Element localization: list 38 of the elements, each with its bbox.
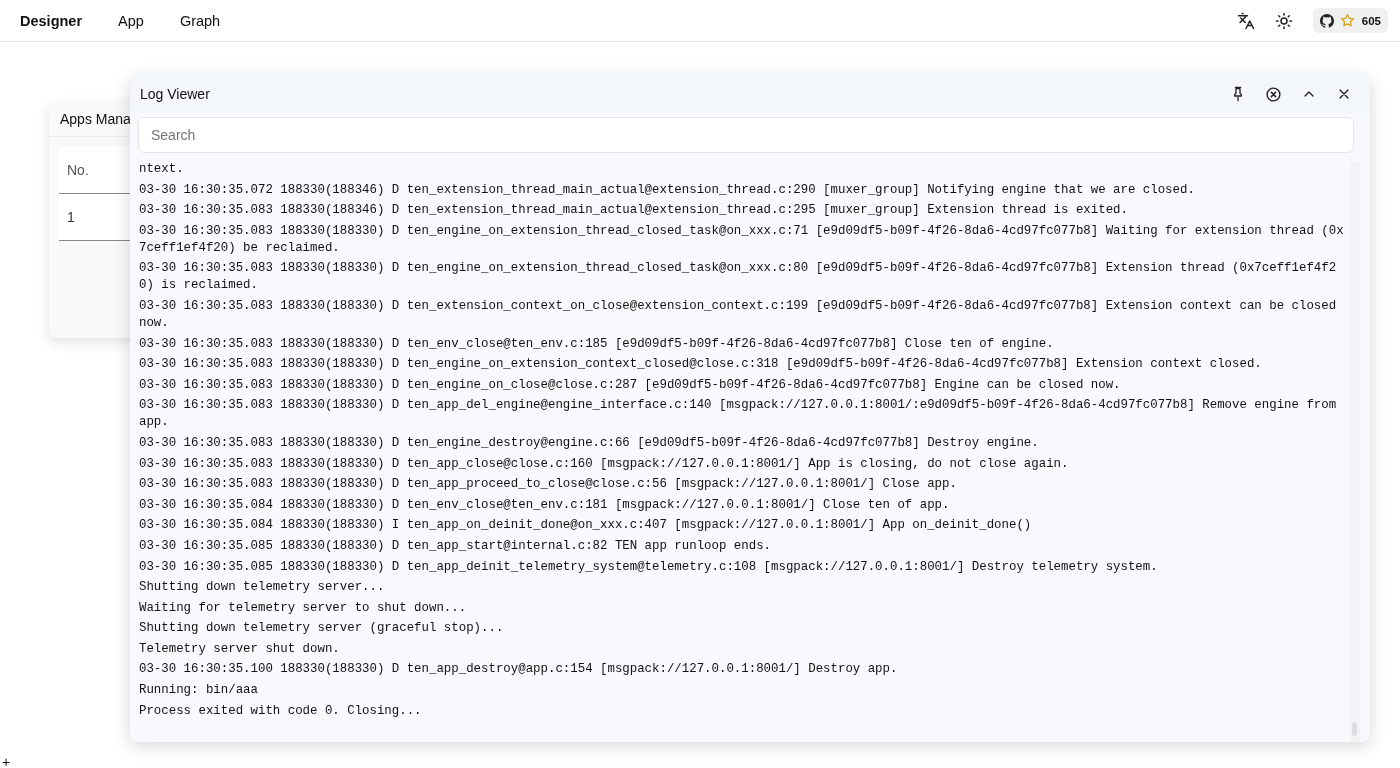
log-line: 03-30 16:30:35.083 188330(188330) D ten_engine_destroy@engine.c:66 [e9d09df5-b09f-4f26-8da6-4cd97fc077b8] Destroy engine. [139, 434, 1040, 452]
log-line: Shutting down telemetry server... [139, 579, 386, 597]
log-line: 03-30 16:30:35.083 188330(188346) D ten_extension_thread_main_actual@extension_thread.c:295 [muxer_group] Extension thread is exited. [139, 202, 1129, 220]
column-header: No. [66, 162, 90, 178]
brand-name[interactable]: Designer [20, 12, 83, 29]
log-line: 03-30 16:30:35.083 188330(188330) D ten_engine_on_extension_thread_closed_task@on_xxx.c:80 [e9d09df5-b09f-4f26-8da6-4cd97fc077b8] Extension thread (0x7ceff1ef4f20) is reclaimed. [139, 260, 1338, 295]
add-button[interactable]: + [0, 756, 13, 768]
log-line: 03-30 16:30:35.083 188330(188330) D ten_app_del_engine@engine_interface.c:140 [msgpack://127.0.0.1:8001/:e9d09df5-b09f-4f26-8da6-4cd97fc077b8] Remove engine from app. [139, 397, 1338, 432]
log-line: Process exited with code 0. Closing... [139, 702, 423, 720]
log-line: Telemetry server shut down. [139, 640, 341, 658]
log-line: 03-30 16:30:35.085 188330(188330) D ten_app_start@internal.c:82 TEN app runloop ends. [139, 537, 773, 555]
log-line: Running: bin/aaa [139, 682, 259, 700]
log-line: 03-30 16:30:35.085 188330(188330) D ten_app_deinit_telemetry_system@telemetry.c:108 [msgpack://127.0.0.1:8001/] Destroy telemetry system. [139, 558, 1159, 576]
log-line: 03-30 16:30:35.083 188330(188330) D ten_engine_on_extension_context_closed@close.c:318 [e9d09df5-b09f-4f26-8da6-4cd97fc077b8] Extension context closed. [139, 356, 1263, 374]
log-line: ntext. [139, 161, 185, 178]
log-line: 03-30 16:30:35.083 188330(188330) D ten_engine_on_extension_thread_closed_task@on_xxx.c:71 [e9d09df5-b09f-4f26-8da6-4cd97fc077b8] Waiting for extension thread (0x7ceff1ef4f20) be reclaimed. [139, 222, 1345, 257]
clear-icon[interactable] [1265, 85, 1282, 103]
log-line: 03-30 16:30:35.084 188330(188330) I ten_app_on_deinit_done@on_xxx.c:407 [msgpack://127.0.0.1:8001/] App on_deinit_done() [139, 517, 1033, 535]
github-icon [1319, 13, 1334, 28]
translate-icon[interactable] [1236, 11, 1255, 30]
log-line: 03-30 16:30:35.100 188330(188330) D ten_app_destroy@app.c:154 [msgpack://127.0.0.1:8001/] Destroy app. [139, 661, 899, 679]
star-icon [1339, 13, 1355, 28]
log-line: 03-30 16:30:35.083 188330(188330) D ten_engine_on_close@close.c:287 [e9d09df5-b09f-4f26-8da6-4cd97fc077b8] Engine can be closed now. [139, 376, 1122, 394]
log-line: Waiting for telemetry server to shut down... [139, 599, 468, 617]
log-line: 03-30 16:30:35.083 188330(188330) D ten_env_close@ten_env.c:185 [e9d09df5-b09f-4f26-8da6-4cd97fc077b8] Close ten of engine. [139, 335, 1055, 353]
log-line: Shutting down telemetry server (graceful stop)... [139, 620, 505, 638]
table-cell-text: 1 [66, 209, 76, 225]
window-title: Log Viewer [140, 86, 210, 102]
log-line: 03-30 16:30:35.083 188330(188330) D ten_extension_context_on_close@extension_context.c:199 [e9d09df5-b09f-4f26-8da6-4cd97fc077b8] Extension context can be closed now. [139, 297, 1338, 332]
sun-icon[interactable] [1274, 11, 1293, 30]
nav-link[interactable]: Graph [179, 12, 221, 29]
log-line: 03-30 16:30:35.083 188330(188330) D ten_app_close@close.c:160 [msgpack://127.0.0.1:8001/] App is closing, do not close again. [139, 455, 1070, 473]
log-line: 03-30 16:30:35.083 188330(188330) D ten_app_proceed_to_close@close.c:56 [msgpack://127.0.0.1:8001/] Close app. [139, 476, 958, 494]
nav-link[interactable]: App [118, 12, 144, 29]
log-line: 03-30 16:30:35.084 188330(188330) D ten_env_close@ten_env.c:181 [msgpack://127.0.0.1:8001/] Close ten of app. [139, 496, 951, 514]
search-field[interactable]: Search [138, 117, 1354, 153]
github-stars-button[interactable]: 605 [1312, 8, 1388, 33]
log-line: 03-30 16:30:35.072 188330(188346) D ten_extension_thread_main_actual@extension_thread.c:290 [muxer_group] Notifying engine that we are closed. [139, 181, 1196, 199]
